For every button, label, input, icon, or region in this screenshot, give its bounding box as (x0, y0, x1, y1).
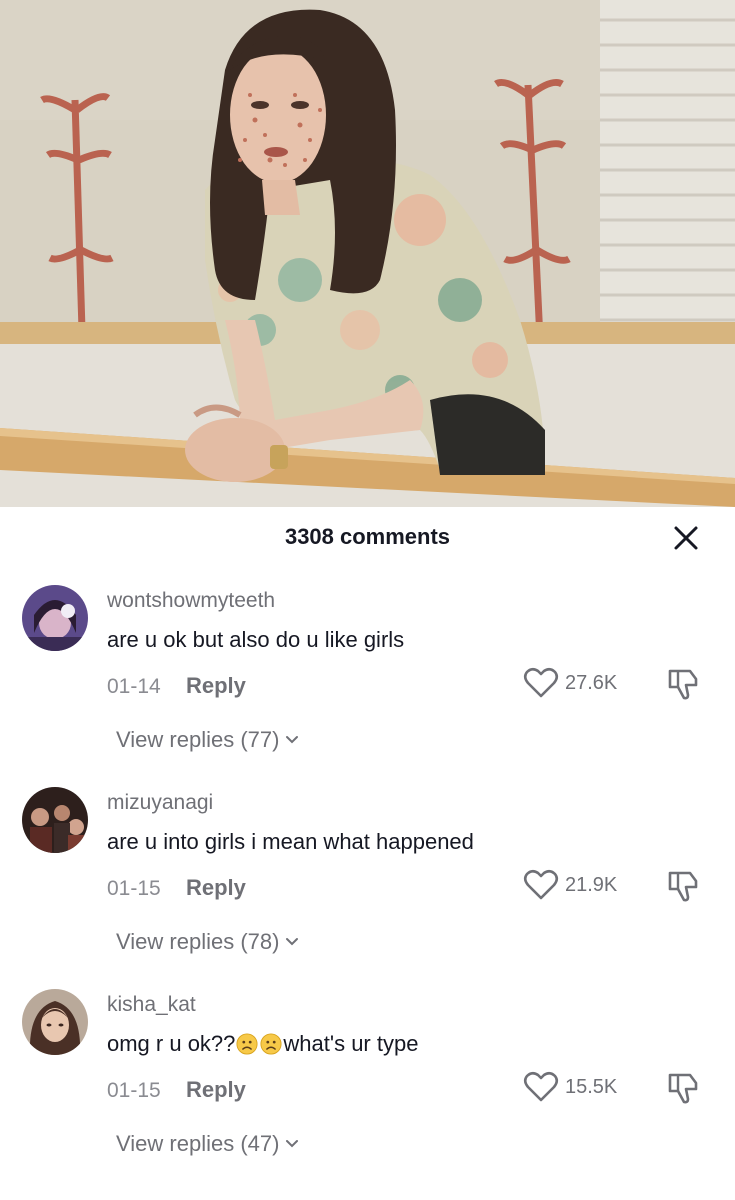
close-icon[interactable] (669, 521, 703, 555)
like-button[interactable]: 21.9K (523, 867, 617, 903)
chevron-down-icon (286, 736, 299, 744)
like-count: 21.9K (565, 873, 618, 896)
view-replies-label: View replies (47) (116, 1131, 280, 1156)
like-count: 27.6K (565, 671, 618, 694)
comment-text: are u ok but also do u like girls (107, 627, 405, 652)
frowning-face-emoji (260, 1033, 282, 1055)
window-blinds (600, 0, 735, 350)
comment-count-title: 3308 comments (284, 524, 451, 549)
thumbs-down-icon[interactable] (666, 869, 702, 903)
comments-header: 3308 comments (0, 507, 735, 569)
reply-button[interactable]: Reply (186, 875, 246, 901)
heart-outline-icon (523, 1071, 559, 1102)
comment-text-part: what's ur type (283, 1031, 419, 1056)
comment-text: omg r u ok?? what's ur type (107, 1031, 418, 1057)
comment-username[interactable]: mizuyanagi (107, 791, 213, 815)
view-replies-button[interactable]: View replies (78) (116, 929, 299, 955)
comment-date: 01-14 (107, 675, 161, 698)
post-photo (0, 0, 735, 507)
like-button[interactable]: 27.6K (523, 665, 617, 701)
thumbs-down-icon[interactable] (666, 1071, 702, 1105)
avatar[interactable] (22, 585, 88, 651)
reply-button[interactable]: Reply (186, 1077, 246, 1103)
like-button[interactable]: 15.5K (523, 1069, 617, 1105)
comment-date: 01-15 (107, 877, 161, 900)
view-replies-label: View replies (77) (116, 727, 280, 752)
like-count: 15.5K (565, 1075, 618, 1098)
comments-sheet: 3308 comments wontshowmyteeth are u ok b… (0, 507, 735, 1200)
chevron-down-icon (286, 1140, 299, 1148)
comment-text: are u into girls i mean what happened (107, 829, 474, 854)
view-replies-label: View replies (78) (116, 929, 280, 954)
view-replies-button[interactable]: View replies (77) (116, 727, 299, 753)
comment-username[interactable]: wontshowmyteeth (107, 589, 275, 613)
comment-item: wontshowmyteeth are u ok but also do u l… (0, 585, 735, 785)
view-replies-button[interactable]: View replies (47) (116, 1131, 299, 1157)
thumbs-down-icon[interactable] (666, 667, 702, 701)
heart-outline-icon (523, 667, 559, 698)
comment-username[interactable]: kisha_kat (107, 993, 196, 1017)
frowning-face-emoji (236, 1033, 258, 1055)
avatar[interactable] (22, 989, 88, 1055)
photo-illustration (0, 0, 735, 507)
comment-item: kisha_kat omg r u ok?? what's ur type 01-… (0, 989, 735, 1189)
chevron-down-icon (286, 938, 299, 946)
comment-text-part: omg r u ok?? (107, 1031, 236, 1056)
comment-item: mizuyanagi are u into girls i mean what … (0, 787, 735, 987)
heart-outline-icon (523, 869, 559, 900)
avatar[interactable] (22, 787, 88, 853)
comment-date: 01-15 (107, 1079, 161, 1102)
reply-button[interactable]: Reply (186, 673, 246, 699)
